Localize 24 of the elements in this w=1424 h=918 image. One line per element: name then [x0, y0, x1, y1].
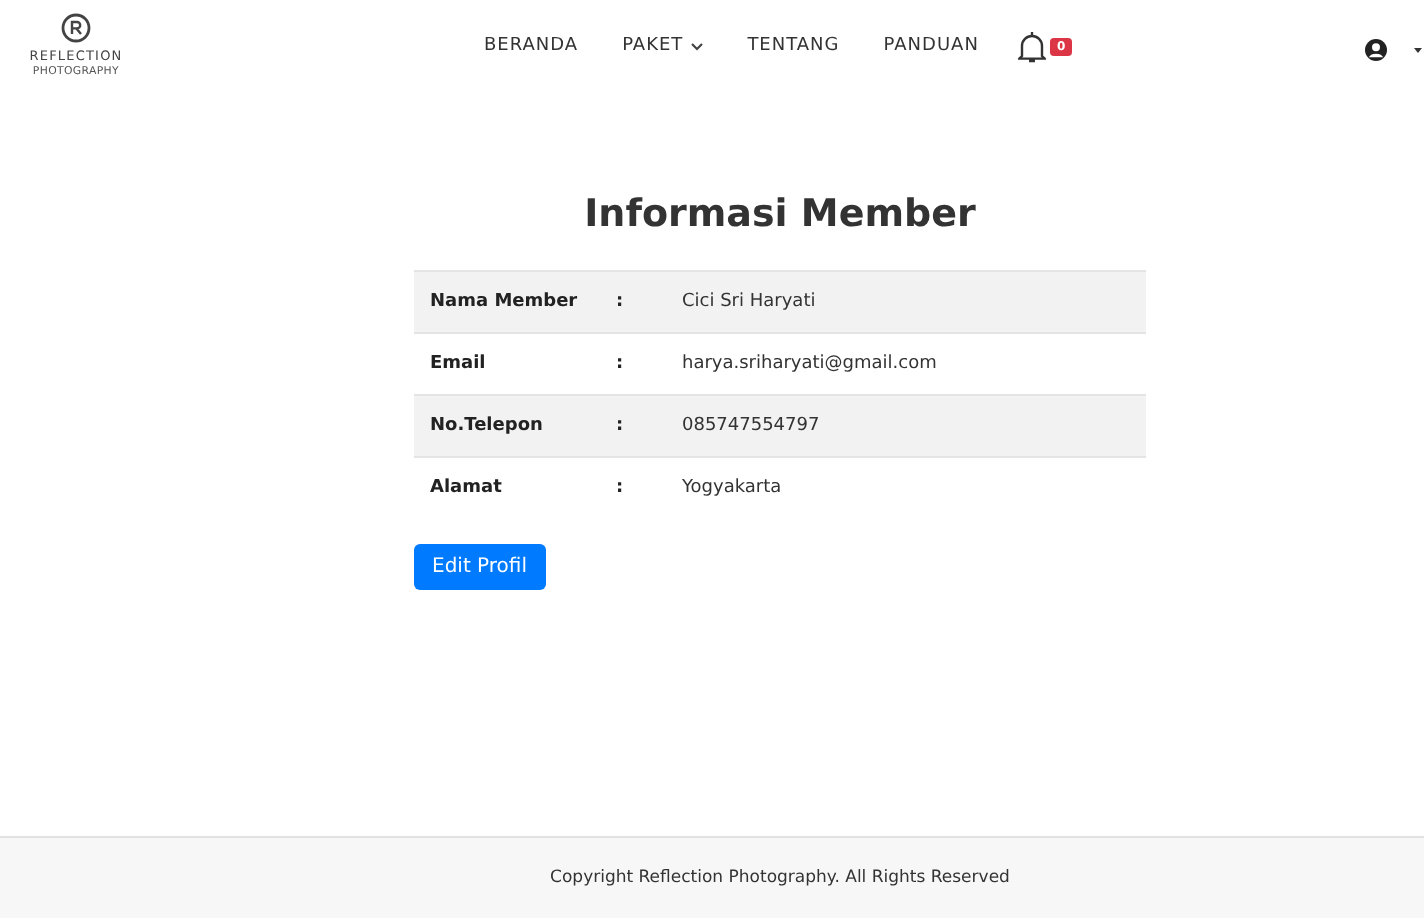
chevron-down-icon: [689, 41, 704, 51]
separator: :: [616, 416, 626, 436]
edit-profile-button[interactable]: Edit Profil: [414, 544, 545, 590]
field-label: No.Telepon: [428, 416, 545, 436]
copyright-text: Copyright Reflection Photography. All Rights Reserved: [550, 868, 1010, 888]
nav-link[interactable]: PAKET: [622, 36, 704, 56]
field-label: Email: [428, 354, 488, 374]
nav-link[interactable]: TENTANG: [747, 36, 840, 56]
separator: :: [616, 478, 626, 498]
logo-icon: [60, 11, 92, 43]
separator: :: [616, 354, 626, 374]
caret-icon[interactable]: [1414, 46, 1422, 54]
field-label: Alamat: [428, 478, 504, 498]
page-title: Informasi Member: [582, 192, 978, 236]
nav-link[interactable]: BERANDA: [484, 36, 579, 56]
nav-link[interactable]: PANDUAN: [883, 36, 979, 56]
bell-icon[interactable]: [1018, 29, 1047, 63]
field-value: 085747554797: [682, 416, 820, 436]
field-value: harya.sriharyati@gmail.com: [682, 354, 937, 374]
field-label: Nama Member: [428, 292, 580, 312]
field-value: Cici Sri Haryati: [682, 292, 816, 312]
field-value: Yogyakarta: [682, 478, 782, 498]
separator: :: [616, 292, 626, 312]
user-icon[interactable]: [1364, 38, 1388, 62]
